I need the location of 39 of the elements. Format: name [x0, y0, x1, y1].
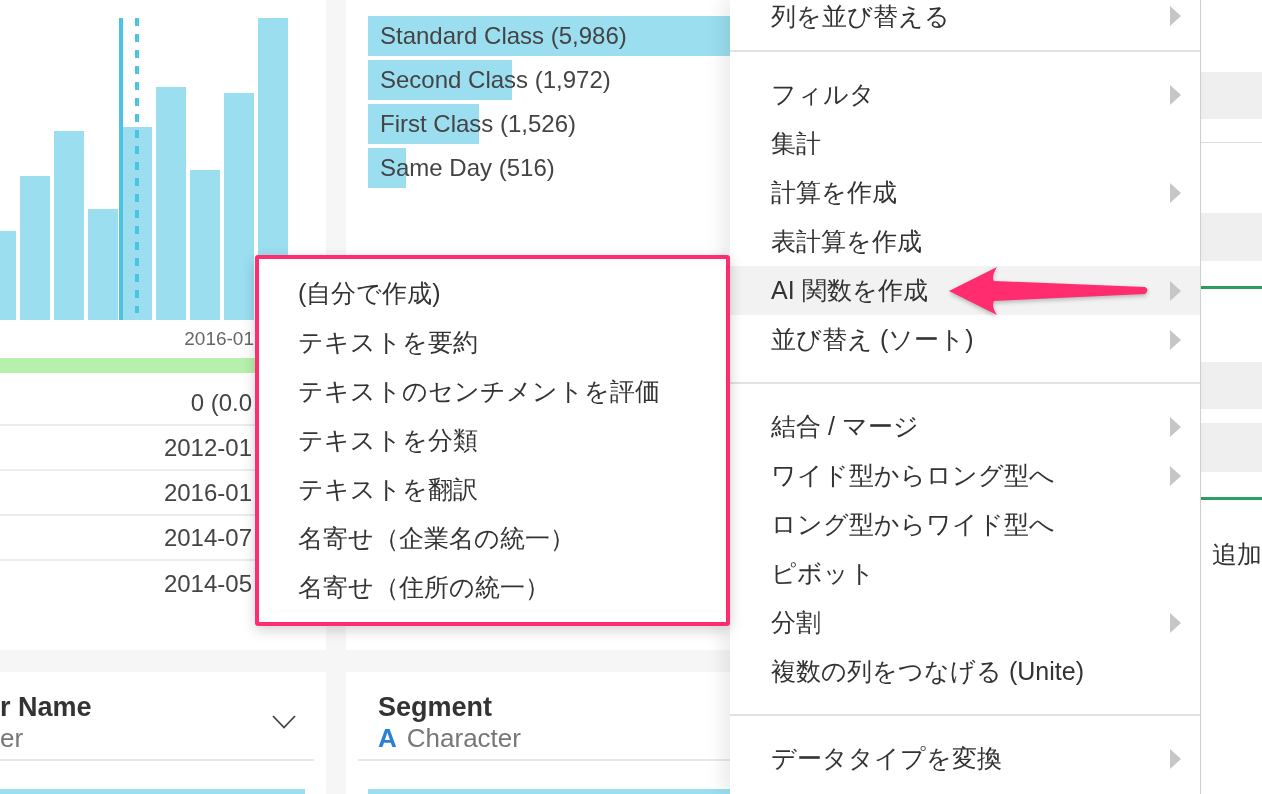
- submenu-item[interactable]: テキストを分類: [259, 416, 726, 465]
- submenu-item[interactable]: テキストを翻訳: [259, 465, 726, 514]
- menu-item[interactable]: データタイプを変換: [730, 734, 1200, 783]
- submenu-item[interactable]: 名寄せ（住所の統一）: [259, 563, 726, 612]
- table-row: [1200, 362, 1262, 409]
- submenu-item[interactable]: テキストのセンチメントを評価: [259, 367, 726, 416]
- menu-item[interactable]: 分割: [730, 598, 1200, 647]
- submenu-item[interactable]: テキストを要約: [259, 318, 726, 367]
- menu-item[interactable]: 列を並び替える: [730, 0, 1200, 32]
- menu-item[interactable]: ワイド型からロング型へ: [730, 451, 1200, 500]
- table-row: [1200, 213, 1262, 261]
- table-row: [1200, 423, 1262, 472]
- summary-value: 2012-01: [163, 435, 252, 460]
- axis-label: 2016-01: [184, 328, 254, 348]
- menu-item[interactable]: ロング型からワイド型へ: [730, 500, 1200, 549]
- chevron-down-icon[interactable]: [272, 715, 296, 729]
- table-cell-text: 追加: [1212, 541, 1262, 567]
- column-type-label: Character: [406, 725, 521, 751]
- table-row: [1200, 72, 1262, 119]
- menu-item[interactable]: 集計: [730, 119, 1200, 168]
- column-title: r Name: [0, 691, 92, 723]
- bar-label: Standard Class (5,986): [380, 22, 627, 49]
- menu-item[interactable]: フィルタ: [730, 70, 1200, 119]
- menu-item[interactable]: 結合 / マージ: [730, 402, 1200, 451]
- summary-value: 0 (0.0: [190, 390, 252, 415]
- column-type-label: er: [0, 725, 24, 751]
- summary-value: 2014-07: [163, 525, 252, 550]
- submenu-item[interactable]: (自分で作成): [259, 269, 726, 318]
- summary-value: 2016-01: [163, 480, 252, 505]
- summary-value: 2014-05: [163, 571, 252, 596]
- menu-item[interactable]: 表計算を作成: [730, 217, 1200, 266]
- character-type-icon: A: [378, 725, 397, 751]
- menu-item[interactable]: 並び替え (ソート): [730, 315, 1200, 364]
- column-title: Segment: [378, 691, 494, 723]
- menu-item[interactable]: 計算を作成: [730, 168, 1200, 217]
- bar-label: Same Day (516): [380, 154, 555, 181]
- menu-item[interactable]: ピボット: [730, 549, 1200, 598]
- submenu-item[interactable]: 名寄せ（企業名の統一）: [259, 514, 726, 563]
- menu-item[interactable]: 複数の列をつなげる (Unite): [730, 647, 1200, 696]
